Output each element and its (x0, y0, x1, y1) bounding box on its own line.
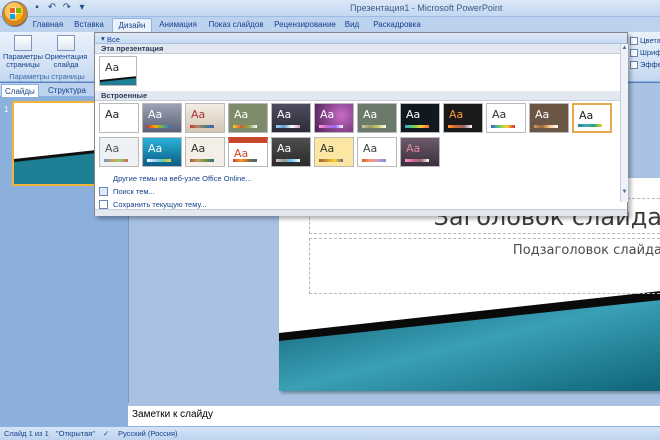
page-setup-icon (14, 35, 32, 51)
slide-orientation-button[interactable]: Ориентация слайда (44, 35, 88, 69)
window-title: Презентация1 - Microsoft PowerPoint (350, 3, 503, 13)
theme-15[interactable]: Aa (185, 137, 225, 167)
gallery-resize-handle[interactable] (95, 209, 627, 216)
link-office-online[interactable]: Другие темы на веб-узле Office Online... (99, 172, 252, 184)
fonts-button[interactable]: Шрифт (630, 47, 660, 59)
tab-storyboard[interactable]: Раскадровка (372, 18, 422, 32)
effects-button[interactable]: Эффе (630, 59, 660, 71)
scroll-up-icon[interactable]: ▲ (621, 45, 628, 51)
slide-subtitle-placeholder[interactable]: Подзаголовок слайда (309, 238, 660, 294)
theme-current-art (100, 76, 136, 85)
theme-current[interactable]: Aa (99, 56, 137, 86)
theme-14[interactable]: Aa (142, 137, 182, 167)
theme-19[interactable]: Aa (357, 137, 397, 167)
page-setup-group-label: Параметры страницы (9, 72, 85, 81)
save-icon[interactable]: ▪ (31, 2, 43, 14)
tab-review[interactable]: Рецензирование (272, 18, 338, 32)
section-builtin: Встроенные (95, 91, 620, 101)
save-theme-icon (99, 199, 108, 209)
scroll-down-icon[interactable]: ▼ (621, 189, 628, 195)
customize-qa-icon[interactable]: ▾ (76, 2, 88, 14)
link-browse-themes[interactable]: Поиск тем... (99, 185, 155, 197)
spellcheck-icon[interactable]: ✓ (103, 429, 109, 438)
gallery-scrollbar[interactable]: ▲ ▼ (620, 44, 628, 202)
notes-pane[interactable]: Заметки к слайду (128, 403, 660, 426)
theme-7[interactable]: Aa (357, 103, 397, 133)
theme-6[interactable]: Aa (314, 103, 354, 133)
tab-view[interactable]: Вид (340, 18, 364, 32)
tab-design[interactable]: Дизайн (112, 18, 152, 32)
theme-4[interactable]: Aa (228, 103, 268, 133)
colors-button[interactable]: Цвета (630, 35, 660, 47)
title-bar: ▪ ↶ ↷ ▾ Презентация1 - Microsoft PowerPo… (0, 0, 660, 17)
colors-icon (630, 37, 638, 45)
theme-5[interactable]: Aa (271, 103, 311, 133)
theme-13[interactable]: Aa (99, 137, 139, 167)
slide-subtitle-text: Подзаголовок слайда (512, 243, 660, 258)
theme-11[interactable]: Aa (529, 103, 569, 133)
tab-insert[interactable]: Вставка (70, 18, 108, 32)
tab-slideshow[interactable]: Показ слайдов (205, 18, 267, 32)
theme-2[interactable]: Aa (142, 103, 182, 133)
theme-8[interactable]: Aa (400, 103, 440, 133)
theme-office[interactable]: Aa (99, 103, 139, 133)
theme-16[interactable]: Aa (228, 137, 268, 167)
theme-17[interactable]: Aa (271, 137, 311, 167)
theme-3[interactable]: Aa (185, 103, 225, 133)
blank-icon (99, 174, 108, 183)
effects-icon (630, 61, 638, 69)
status-bar: Слайд 1 из 1 "Открытая" ✓ Русский (Росси… (0, 426, 660, 440)
quick-access-toolbar: ▪ ↶ ↷ ▾ (31, 2, 88, 14)
tab-home[interactable]: Главная (28, 18, 68, 32)
page-setup-button[interactable]: Параметры страницы (2, 35, 44, 69)
undo-icon[interactable]: ↶ (46, 2, 58, 14)
office-button[interactable] (2, 1, 28, 27)
themes-gallery-dropdown: Все темы ▾ Эта презентация Aa Встроенные… (94, 32, 628, 216)
redo-icon[interactable]: ↷ (61, 2, 73, 14)
tab-animation[interactable]: Анимация (155, 18, 201, 32)
status-theme-name: "Открытая" (56, 429, 96, 438)
status-language[interactable]: Русский (Россия) (118, 429, 178, 438)
ribbon-tabs: Главная Вставка Дизайн Анимация Показ сл… (0, 17, 660, 32)
theme-20[interactable]: Aa (400, 137, 440, 167)
fonts-icon (630, 49, 638, 57)
section-this-presentation: Эта презентация (95, 44, 620, 54)
tab-slides[interactable]: Слайды (1, 84, 39, 97)
browse-folder-icon (99, 186, 108, 196)
theme-9[interactable]: Aa (443, 103, 483, 133)
tab-outline[interactable]: Структура (45, 84, 89, 97)
theme-10[interactable]: Aa (486, 103, 526, 133)
theme-options-group: Цвета Шрифт Эффе (630, 35, 660, 71)
office-logo-icon (10, 8, 21, 19)
theme-open-selected[interactable]: Aa (572, 103, 612, 133)
slide-number: 1 (4, 105, 9, 114)
orientation-icon (57, 35, 75, 51)
themes-filter[interactable]: Все темы ▾ (95, 33, 627, 53)
status-slide-count: Слайд 1 из 1 (4, 429, 49, 438)
notes-placeholder: Заметки к слайду (132, 409, 213, 420)
theme-18[interactable]: Aa (314, 137, 354, 167)
